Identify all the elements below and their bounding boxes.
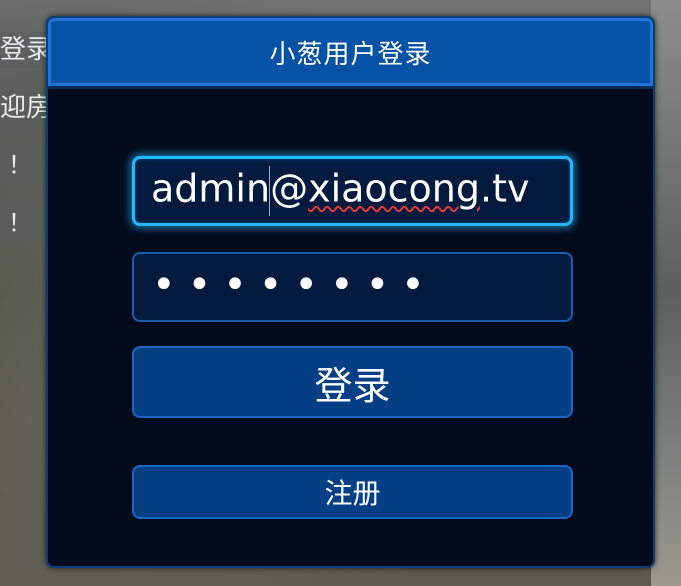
login-button-label: 登录 (314, 363, 391, 408)
register-button-label: 注册 (324, 477, 381, 510)
password-field[interactable]: •••••••• (132, 252, 573, 322)
email-text-at: @ (270, 166, 309, 211)
background-image (651, 0, 681, 586)
login-dialog: 小葱用户登录 admin@xiaocong.tv •••••••• 登录 注册 (46, 16, 655, 568)
background-text: 迎房 (0, 90, 48, 126)
spellcheck-word: xiaocong (308, 166, 481, 211)
background-text: ！（ (0, 205, 48, 241)
password-masked-value: •••••••• (152, 262, 437, 308)
email-field[interactable]: admin@xiaocong.tv (132, 156, 573, 226)
login-button[interactable]: 登录 (132, 346, 573, 418)
background-text: ！（ (0, 147, 48, 183)
register-button[interactable]: 注册 (132, 465, 573, 519)
dialog-title: 小葱用户登录 (269, 39, 432, 70)
email-text-suffix: .tv (480, 166, 530, 211)
email-text-before-caret: admin (151, 166, 271, 211)
email-value: admin@xiaocong.tv (151, 166, 529, 216)
dialog-titlebar: 小葱用户登录 (48, 18, 653, 86)
background-text: 登录 (0, 32, 48, 68)
title-divider (48, 86, 653, 89)
